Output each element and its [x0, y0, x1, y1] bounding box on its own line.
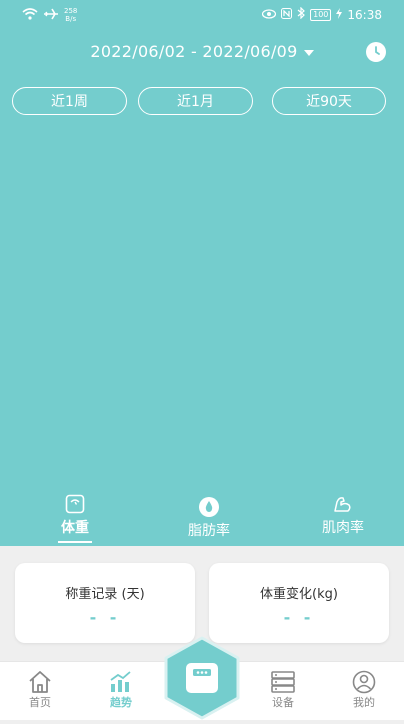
tab-muscle[interactable]: 肌肉率	[303, 493, 383, 537]
weigh-record-card: 称重记录 (天) - -	[15, 563, 195, 643]
nav-device-label: 设备	[272, 696, 294, 709]
nav-profile[interactable]: 我的	[334, 670, 394, 710]
range-pill-1-week[interactable]: 近1周	[12, 87, 127, 115]
history-clock-button[interactable]	[366, 42, 386, 62]
device-icon	[253, 670, 313, 694]
nfc-icon	[281, 7, 293, 22]
tab-weight-label: 体重	[61, 520, 89, 536]
nav-device[interactable]: 设备	[253, 670, 313, 710]
network-speed: 258 B/s	[64, 7, 77, 23]
muscle-arm-icon	[303, 493, 383, 515]
weight-change-title: 体重变化(kg)	[260, 587, 338, 602]
weigh-record-value: - -	[89, 608, 121, 627]
nav-home[interactable]: 首页	[10, 670, 70, 710]
profile-icon	[334, 670, 394, 694]
range-pill-1-month[interactable]: 近1月	[138, 87, 253, 115]
nav-home-label: 首页	[29, 696, 51, 709]
teal-header-background	[0, 0, 404, 546]
wifi-icon	[22, 5, 38, 24]
center-scale-button[interactable]	[163, 636, 241, 720]
charging-icon	[336, 7, 343, 22]
nav-trend[interactable]: 趋势	[91, 670, 151, 710]
weighing-scale-icon	[186, 663, 218, 693]
dropdown-caret-icon	[303, 49, 314, 56]
range-pill-90-days[interactable]: 近90天	[272, 87, 386, 115]
clock-icon	[375, 46, 380, 55]
battery-icon: 100	[310, 8, 332, 21]
trend-icon	[91, 670, 151, 694]
bluetooth-icon	[297, 6, 306, 22]
tab-muscle-label: 肌肉率	[322, 520, 364, 536]
range-pill-group: 近1周 近1月 近90天	[12, 87, 386, 117]
nav-profile-label: 我的	[353, 696, 375, 709]
weigh-record-title: 称重记录 (天)	[65, 587, 145, 602]
clock-time: 16:38	[347, 7, 382, 22]
weight-change-value: - -	[283, 608, 315, 627]
tab-body-fat[interactable]: 脂肪率	[169, 496, 249, 540]
active-tab-underline	[58, 541, 92, 543]
nav-trend-label: 趋势	[110, 696, 132, 709]
home-icon	[10, 670, 70, 694]
droplet-icon	[169, 496, 249, 518]
weight-change-card: 体重变化(kg) - -	[209, 563, 389, 643]
status-bar: 258 B/s 100 16:38	[0, 0, 404, 28]
tab-weight[interactable]: 体重	[35, 493, 115, 543]
eye-icon	[261, 8, 277, 22]
date-range-text: 2022/06/02 - 2022/06/09	[90, 42, 298, 61]
scale-icon	[35, 493, 115, 515]
tab-body-fat-label: 脂肪率	[188, 523, 230, 539]
date-range-selector[interactable]: 2022/06/02 - 2022/06/09	[0, 42, 404, 61]
network-speed-unit: B/s	[65, 14, 77, 23]
network-speed-value: 258	[64, 6, 78, 15]
airplane-icon	[44, 5, 58, 24]
